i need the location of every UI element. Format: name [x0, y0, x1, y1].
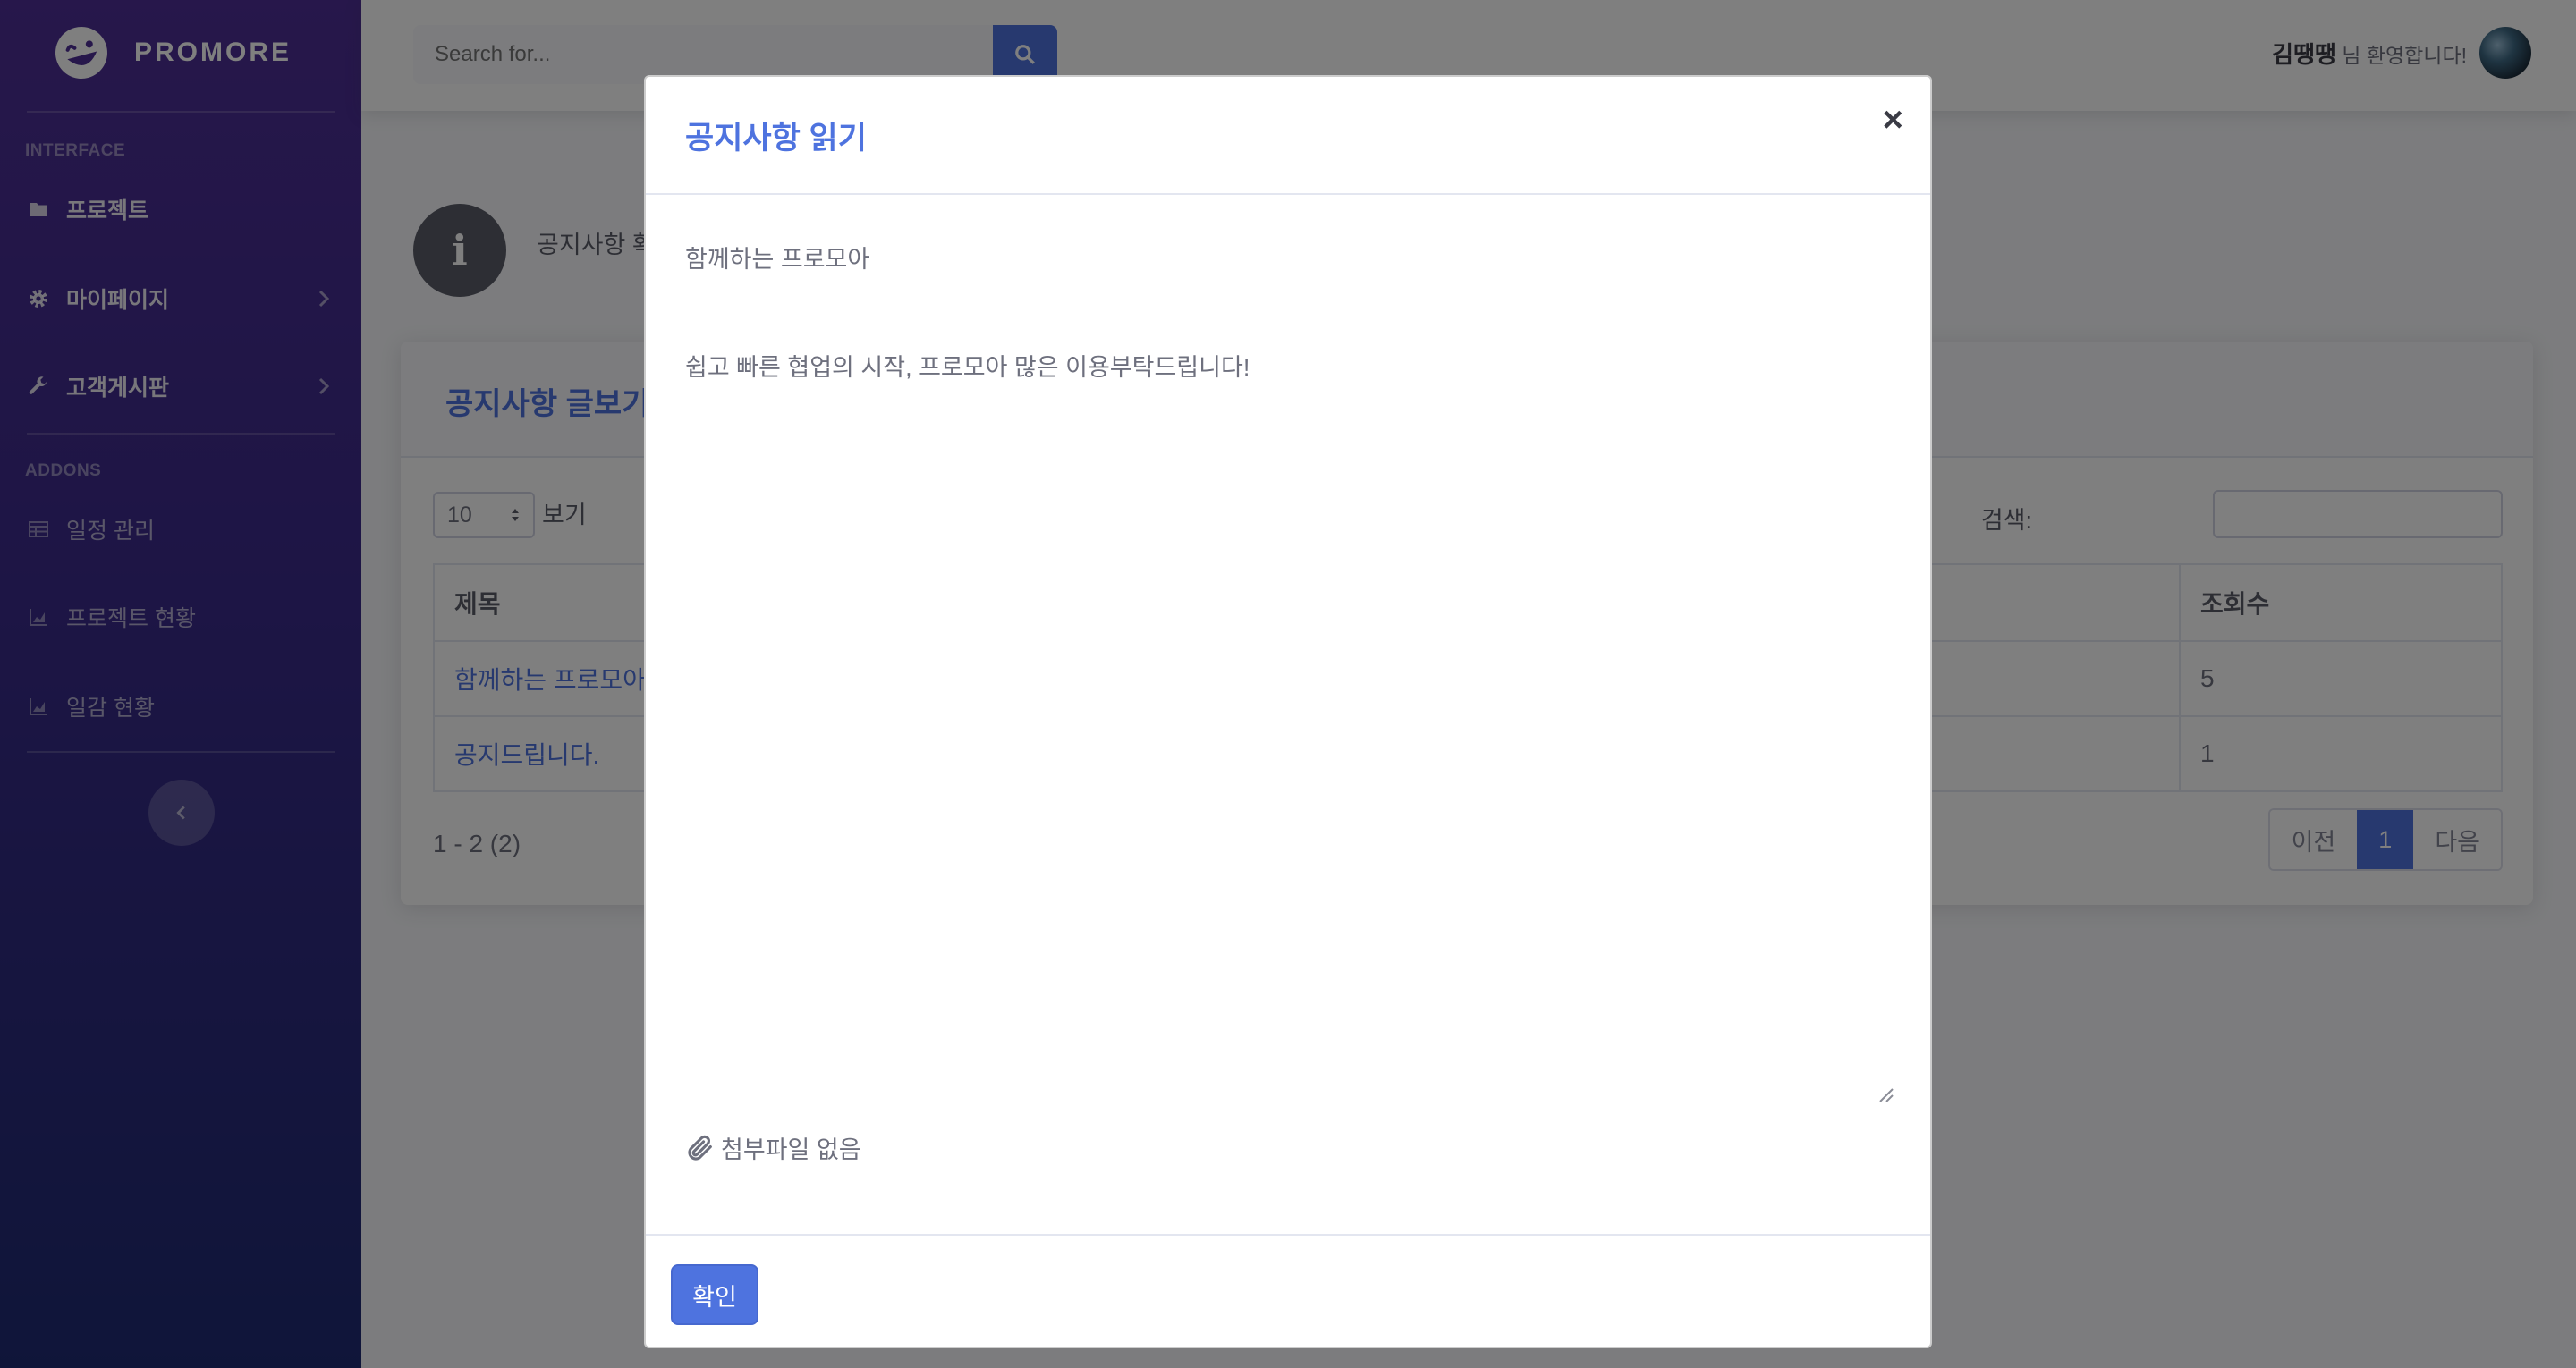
notice-modal: 공지사항 읽기 × 함께하는 프로모아 쉽고 빠른 협업의 시작, 프로모아 많…	[644, 75, 1932, 1348]
close-button[interactable]: ×	[1883, 100, 1903, 140]
confirm-button[interactable]: 확인	[671, 1264, 758, 1325]
attachment-info: 첨부파일 없음	[685, 1130, 861, 1165]
modal-header: 공지사항 읽기 ×	[646, 77, 1930, 195]
modal-footer: 확인	[646, 1234, 1930, 1347]
resize-handle[interactable]	[1877, 1085, 1894, 1103]
modal-title: 공지사항 읽기	[685, 121, 867, 156]
notice-subject: 함께하는 프로모아	[685, 246, 870, 273]
paperclip-icon	[688, 1135, 712, 1161]
notice-content: 쉽고 빠른 협업의 시작, 프로모아 많은 이용부탁드립니다!	[685, 354, 1250, 381]
modal-body: 함께하는 프로모아 쉽고 빠른 협업의 시작, 프로모아 많은 이용부탁드립니다…	[685, 240, 1891, 383]
attachment-text: 첨부파일 없음	[721, 1136, 861, 1163]
